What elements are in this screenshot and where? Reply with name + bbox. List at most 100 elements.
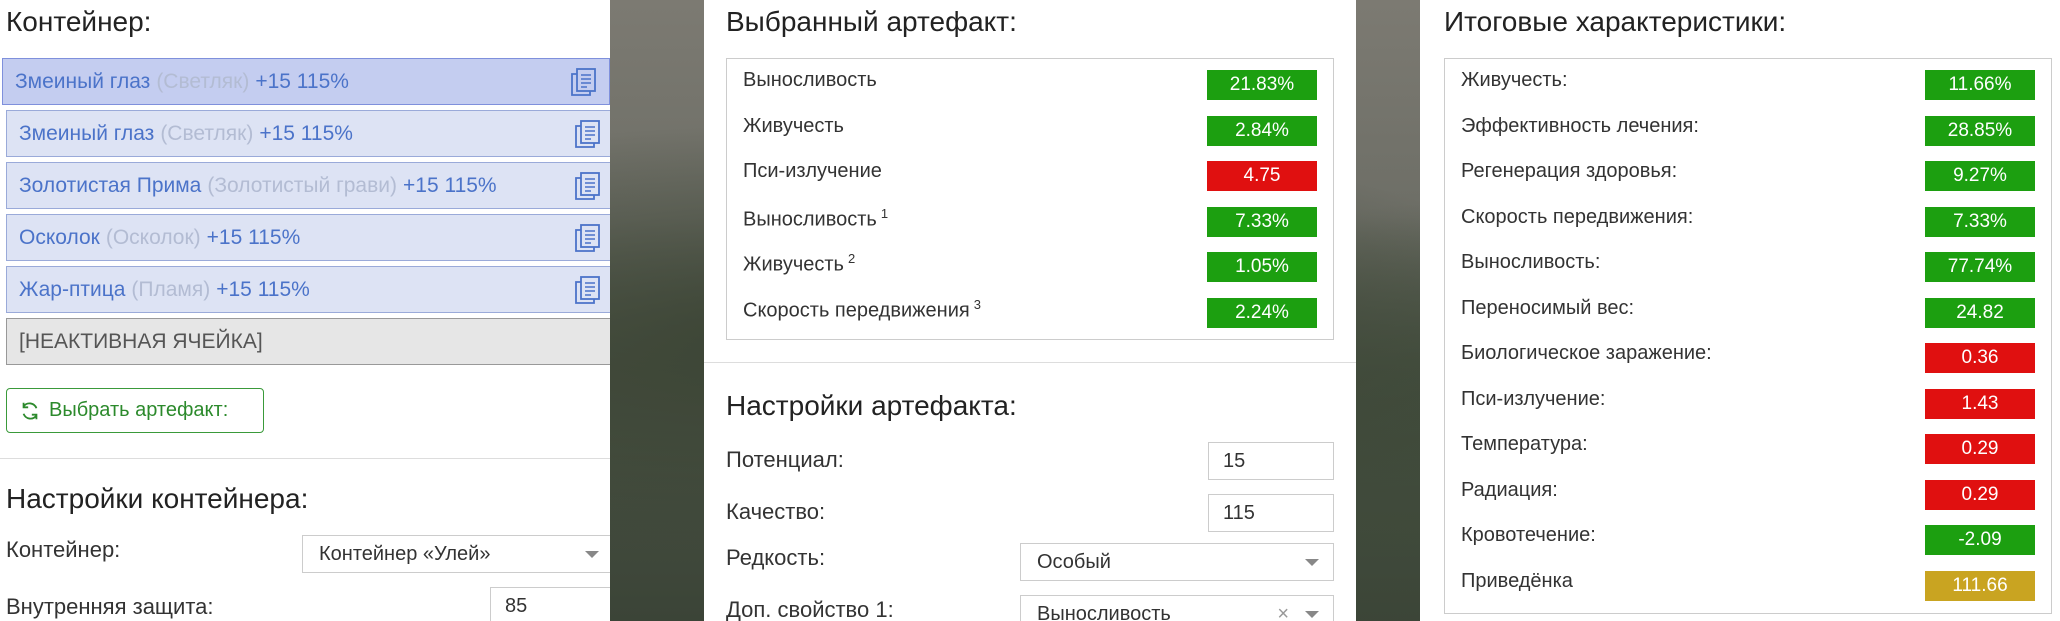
- copy-icon[interactable]: [573, 171, 601, 201]
- stat-footnote: 1: [880, 205, 889, 221]
- slot-artifact-bonus: +15 115%: [206, 225, 301, 249]
- quality-value: 115: [1223, 501, 1255, 524]
- potential-label: Потенциал:: [726, 447, 844, 472]
- potential-value: 15: [1223, 449, 1246, 472]
- stat-row: Живучесть 2 1.05%: [727, 243, 1333, 288]
- container-slot[interactable]: Жар-птица (Пламя) +15 115%: [6, 266, 610, 313]
- stat-row: Пси-излучение: 1.43: [1445, 380, 2051, 425]
- stat-value: 7.33%: [1925, 206, 2035, 237]
- stat-row: Скорость передвижения: 7.33%: [1445, 198, 2051, 243]
- internal-protection-label: Внутренняя защита:: [6, 594, 214, 619]
- quality-input[interactable]: 115: [1208, 494, 1334, 532]
- copy-icon[interactable]: [573, 223, 601, 253]
- container-slot[interactable]: Змеиный глаз (Светляк) +15 115%: [2, 58, 610, 105]
- stat-name: Эффективность лечения:: [1461, 114, 1699, 137]
- stat-value: 1.05%: [1207, 252, 1317, 282]
- stat-row: Биологическое заражение: 0.36: [1445, 334, 2051, 379]
- potential-input[interactable]: 15: [1208, 442, 1334, 480]
- stat-value: 111.66: [1925, 570, 2035, 601]
- select-artifact-label: Выбрать артефакт:: [49, 399, 229, 421]
- refresh-icon: [22, 402, 38, 419]
- artifact-settings-title: Настройки артефакта:: [726, 390, 1017, 421]
- copy-icon[interactable]: [569, 67, 597, 97]
- container-type-select[interactable]: Контейнер «Улей»: [302, 535, 610, 573]
- stat-name: Скорость передвижения 3: [743, 296, 981, 322]
- slot-artifact-type: (Осколок): [105, 225, 201, 249]
- stat-row: Выносливость 21.83%: [727, 61, 1333, 106]
- slot-artifact-name: Жар-птица: [19, 277, 126, 301]
- internal-protection-value: 85: [505, 594, 528, 617]
- quality-label: Качество:: [726, 499, 826, 524]
- stat-name: Живучесть:: [1461, 69, 1568, 91]
- container-slot[interactable]: Золотистая Прима (Золотистый грави) +15 11…: [6, 162, 610, 209]
- stat-value: 4.75: [1207, 161, 1317, 191]
- stat-row: Выносливость: 77.74%: [1445, 243, 2051, 288]
- container-panel: Контейнер: Змеиный глаз (Светляк) +15 115%…: [0, 0, 610, 621]
- rarity-select[interactable]: Особый: [1020, 543, 1334, 581]
- stat-name: Выносливость:: [1461, 251, 1601, 273]
- totals-panel: Итоговые характеристики: Живучесть: 11.66…: [1420, 0, 2060, 621]
- stat-value: 0.29: [1925, 434, 2035, 464]
- slot-artifact-bonus: +15 115%: [403, 173, 497, 197]
- stat-value: -2.09: [1925, 525, 2035, 555]
- totals-title: Итоговые характеристики:: [1444, 6, 1787, 37]
- container-type-value: Контейнер «Улей»: [319, 542, 491, 565]
- stat-name: Живучесть: [743, 114, 844, 137]
- slot-artifact-name: Золотистая Прима: [19, 173, 202, 197]
- slot-artifact-bonus: +15 115%: [255, 69, 349, 93]
- chevron-down-icon: [1305, 611, 1319, 618]
- stat-value: 2.24%: [1207, 297, 1317, 328]
- inactive-slot-label: [НЕАКТИВНАЯ ЯЧЕЙКА]: [19, 329, 263, 353]
- inactive-slot: [НЕАКТИВНАЯ ЯЧЕЙКА]: [6, 318, 610, 365]
- stat-name: Пси-излучение:: [1461, 387, 1606, 410]
- stat-name: Кровотечение:: [1461, 524, 1596, 546]
- container-slot[interactable]: Осколок (Осколок) +15 115%: [6, 214, 610, 261]
- container-type-label: Контейнер:: [6, 537, 121, 562]
- stat-row: Эффективность лечения: 28.85%: [1445, 107, 2051, 152]
- stat-row: Приведёнка 111.66: [1445, 562, 2051, 607]
- stat-row: Пси-излучение 4.75: [727, 152, 1333, 197]
- copy-icon[interactable]: [573, 275, 601, 305]
- stat-row: Радиация: 0.29: [1445, 471, 2051, 516]
- stat-name: Скорость передвижения:: [1461, 205, 1694, 228]
- clear-icon[interactable]: ×: [1277, 603, 1289, 621]
- stat-value: 1.43: [1925, 388, 2035, 419]
- slot-artifact-bonus: +15 115%: [259, 121, 353, 145]
- container-settings-title: Настройки контейнера:: [6, 483, 309, 514]
- totals-stats-box: Живучесть: 11.66% Эффективность лечения: 28…: [1444, 58, 2052, 614]
- stat-row: Живучесть: 11.66%: [1445, 61, 2051, 106]
- stat-value: 77.74%: [1925, 252, 2035, 282]
- copy-icon[interactable]: [573, 119, 601, 149]
- rarity-value: Особый: [1037, 550, 1111, 573]
- stat-name: Живучесть 2: [743, 251, 856, 276]
- stat-row: Температура: 0.29: [1445, 425, 2051, 470]
- slot-artifact-name: Змеиный глаз: [15, 69, 151, 93]
- stat-row: Кровотечение: -2.09: [1445, 516, 2051, 561]
- stat-row: Переносимый вес: 24.82: [1445, 289, 2051, 334]
- slot-artifact-bonus: +15 115%: [216, 277, 310, 301]
- stat-name: Температура:: [1461, 433, 1588, 455]
- extra-property-1-value: Выносливость: [1037, 602, 1171, 621]
- container-slot[interactable]: Змеиный глаз (Светляк) +15 115%: [6, 110, 610, 157]
- stat-row: Регенерация здоровья: 9.27%: [1445, 152, 2051, 197]
- slot-artifact-type: (Светляк): [160, 121, 254, 145]
- container-title: Контейнер:: [6, 6, 152, 37]
- stat-row: Живучесть 2.84%: [727, 107, 1333, 152]
- extra-property-1-select[interactable]: Выносливость ×: [1020, 595, 1334, 621]
- stat-name: Биологическое заражение:: [1461, 342, 1712, 364]
- stat-name: Переносимый вес:: [1461, 296, 1635, 319]
- internal-protection-input[interactable]: 85: [490, 587, 610, 621]
- stat-name: Пси-излучение: [743, 160, 882, 182]
- chevron-down-icon: [1305, 559, 1319, 566]
- divider: [704, 362, 1356, 363]
- slot-artifact-type: (Пламя): [131, 277, 211, 301]
- stat-value: 0.29: [1925, 479, 2035, 510]
- stat-footnote: 2: [847, 251, 856, 266]
- stat-footnote: 3: [973, 296, 981, 312]
- stat-name: Выносливость 1: [743, 205, 889, 231]
- stat-value: 2.84%: [1207, 115, 1317, 146]
- artifact-panel: Выбранный артефакт: Выносливость 21.83% Жи…: [704, 0, 1356, 621]
- stat-row: Скорость передвижения 3 2.24%: [727, 289, 1333, 334]
- select-artifact-button[interactable]: Выбрать артефакт:: [6, 388, 264, 433]
- stat-name: Выносливость: [743, 69, 877, 91]
